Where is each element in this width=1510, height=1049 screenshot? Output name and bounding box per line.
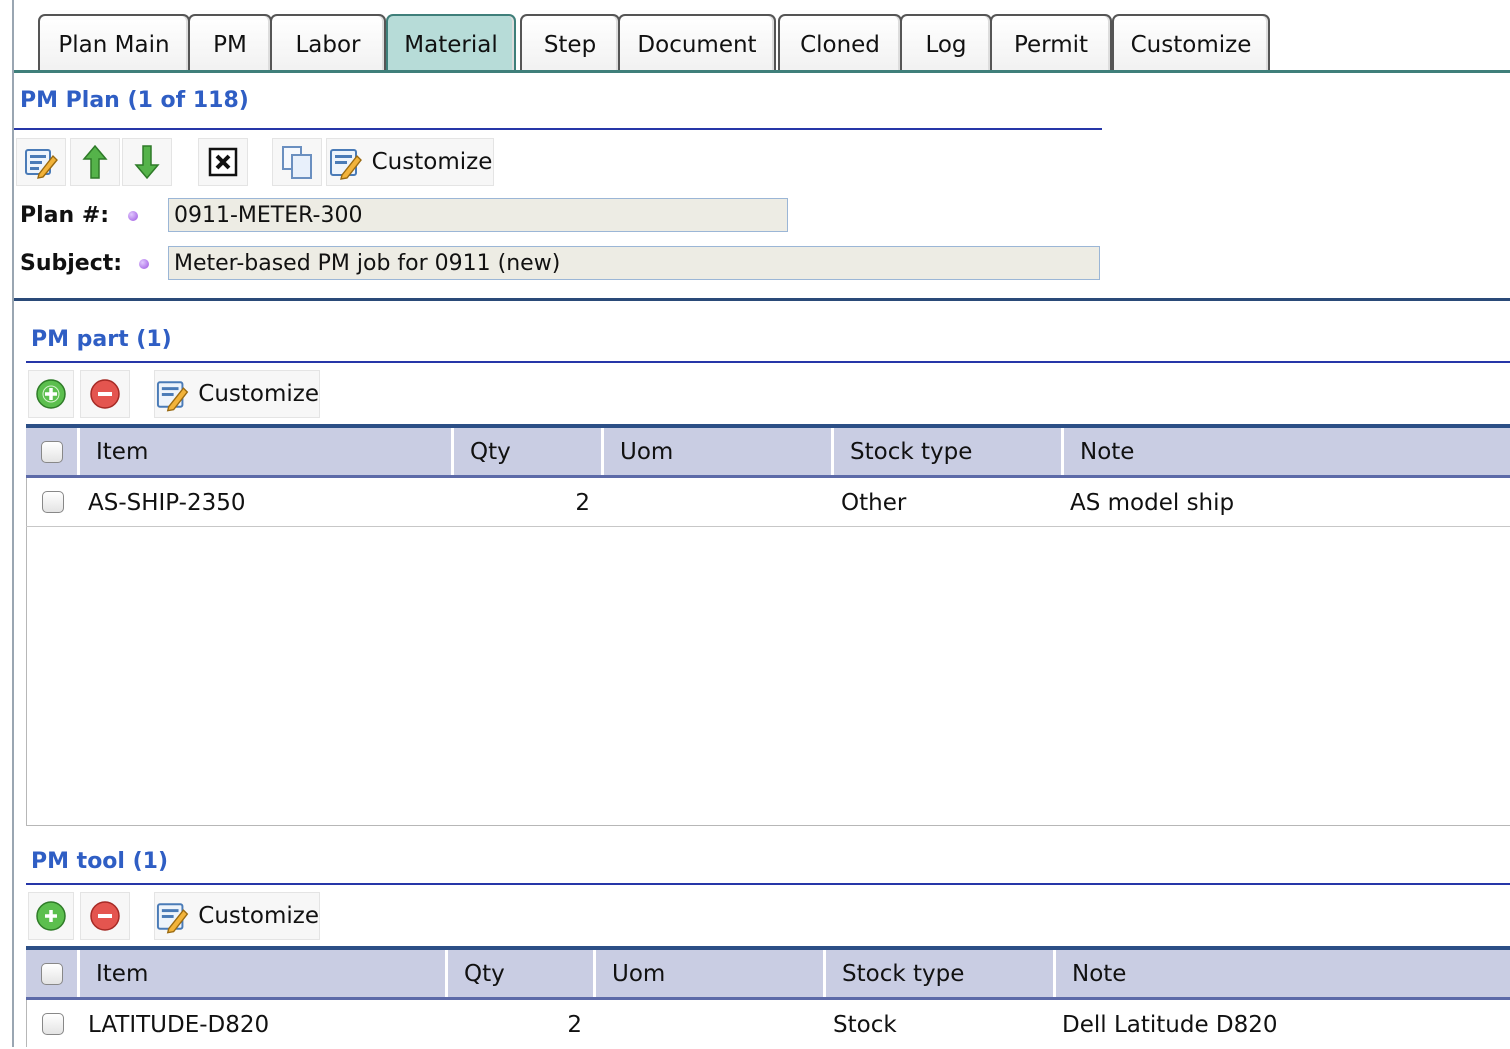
pm-tool-rule bbox=[26, 883, 1510, 885]
tab-label: Cloned bbox=[800, 32, 880, 58]
customize-icon bbox=[329, 149, 362, 180]
pm-plan-title: PM Plan (1 of 118) bbox=[20, 88, 249, 113]
customize-icon bbox=[156, 381, 189, 412]
tab-document[interactable]: Document bbox=[618, 14, 776, 72]
tab-pm[interactable]: PM bbox=[188, 14, 272, 72]
previous-button[interactable] bbox=[70, 138, 120, 186]
select-all-checkbox[interactable] bbox=[40, 440, 63, 463]
tab-material[interactable]: Material bbox=[386, 14, 516, 72]
pm-part-grid: Item Qty Uom Stock type Note AS-SHIP-235… bbox=[26, 424, 1510, 826]
pm-tool-remove-button[interactable] bbox=[80, 892, 130, 940]
delete-button[interactable] bbox=[198, 138, 248, 186]
remove-circle-icon bbox=[90, 901, 120, 931]
qty-cell: 2 bbox=[567, 1012, 582, 1038]
customize-label: Customize bbox=[198, 903, 319, 929]
subject-field[interactable] bbox=[168, 246, 1100, 280]
add-circle-icon bbox=[36, 901, 66, 931]
tab-labor[interactable]: Labor bbox=[270, 14, 386, 72]
tab-label: Permit bbox=[1013, 32, 1089, 58]
edit-button[interactable] bbox=[16, 138, 66, 186]
tab-label: Step bbox=[543, 32, 597, 58]
section-divider bbox=[14, 298, 1510, 301]
tab-permit[interactable]: Permit bbox=[990, 14, 1112, 72]
required-indicator-icon bbox=[128, 211, 138, 221]
column-header-item[interactable]: Item bbox=[80, 950, 448, 997]
column-header-stock-type[interactable]: Stock type bbox=[834, 428, 1064, 475]
row-checkbox[interactable] bbox=[42, 491, 64, 513]
arrow-down-icon bbox=[134, 145, 160, 180]
stock-type-cell: Stock bbox=[833, 1012, 897, 1038]
pm-part-rule bbox=[26, 361, 1510, 363]
pm-plan-rule bbox=[14, 128, 1102, 130]
tab-underline bbox=[14, 70, 1510, 73]
tab-log[interactable]: Log bbox=[900, 14, 992, 72]
column-header-item[interactable]: Item bbox=[80, 428, 454, 475]
tab-plan-main[interactable]: Plan Main bbox=[38, 14, 190, 72]
tab-bar: Plan Main PM Labor Material Step Documen… bbox=[14, 0, 1510, 74]
copy-icon bbox=[282, 146, 312, 179]
pm-tool-title: PM tool (1) bbox=[31, 849, 169, 874]
note-cell: Dell Latitude D820 bbox=[1062, 1012, 1278, 1038]
edit-form-icon bbox=[25, 149, 58, 179]
customize-label: Customize bbox=[371, 149, 493, 175]
tab-label: Plan Main bbox=[58, 32, 170, 58]
close-box-icon bbox=[208, 147, 238, 177]
column-header-qty[interactable]: Qty bbox=[454, 428, 604, 475]
window-left-border bbox=[12, 0, 14, 1047]
next-button[interactable] bbox=[122, 138, 172, 186]
plan-number-field[interactable] bbox=[168, 198, 788, 232]
tab-label: Log bbox=[925, 32, 967, 58]
customize-label: Customize bbox=[198, 381, 319, 407]
remove-circle-icon bbox=[90, 379, 120, 409]
customize-icon bbox=[156, 903, 189, 934]
pm-part-title: PM part (1) bbox=[31, 327, 172, 352]
select-all-cell bbox=[26, 428, 80, 475]
note-cell: AS model ship bbox=[1070, 490, 1235, 516]
pm-tool-grid: Item Qty Uom Stock type Note LATITUDE-D8… bbox=[26, 946, 1510, 1047]
arrow-up-icon bbox=[82, 144, 108, 179]
table-row[interactable]: AS-SHIP-2350 2 Other AS model ship bbox=[26, 479, 1510, 527]
pm-part-add-button[interactable] bbox=[28, 370, 74, 418]
select-all-cell bbox=[26, 950, 80, 997]
pm-tool-grid-header: Item Qty Uom Stock type Note bbox=[26, 946, 1510, 1000]
tab-step[interactable]: Step bbox=[520, 14, 620, 72]
required-indicator-icon bbox=[139, 259, 149, 269]
column-header-stock-type[interactable]: Stock type bbox=[826, 950, 1056, 997]
plan-customize-button[interactable]: Customize bbox=[326, 138, 494, 186]
column-header-uom[interactable]: Uom bbox=[604, 428, 834, 475]
column-header-qty[interactable]: Qty bbox=[448, 950, 596, 997]
item-cell: AS-SHIP-2350 bbox=[88, 490, 246, 516]
pm-part-remove-button[interactable] bbox=[80, 370, 130, 418]
column-header-note[interactable]: Note bbox=[1056, 950, 1510, 997]
column-header-uom[interactable]: Uom bbox=[596, 950, 826, 997]
add-circle-icon bbox=[36, 379, 66, 409]
row-checkbox[interactable] bbox=[42, 1013, 64, 1035]
select-all-checkbox[interactable] bbox=[40, 962, 63, 985]
subject-label: Subject: bbox=[20, 251, 123, 276]
tab-label: Labor bbox=[295, 32, 361, 58]
column-header-note[interactable]: Note bbox=[1064, 428, 1510, 475]
item-cell: LATITUDE-D820 bbox=[88, 1012, 270, 1038]
tab-cloned[interactable]: Cloned bbox=[778, 14, 902, 72]
qty-cell: 2 bbox=[575, 490, 590, 516]
pm-part-customize-button[interactable]: Customize bbox=[154, 370, 320, 418]
tab-customize[interactable]: Customize bbox=[1112, 14, 1270, 72]
tab-label: Material bbox=[404, 32, 498, 58]
tab-label: Document bbox=[637, 32, 757, 58]
copy-button[interactable] bbox=[272, 138, 322, 186]
tab-label: Customize bbox=[1130, 32, 1252, 58]
tab-label: PM bbox=[213, 32, 247, 58]
stock-type-cell: Other bbox=[841, 490, 907, 516]
plan-number-label: Plan #: bbox=[20, 203, 110, 228]
pm-part-grid-header: Item Qty Uom Stock type Note bbox=[26, 424, 1510, 478]
pm-tool-add-button[interactable] bbox=[28, 892, 74, 940]
table-row[interactable]: LATITUDE-D820 2 Stock Dell Latitude D820 bbox=[26, 1001, 1510, 1049]
pm-tool-customize-button[interactable]: Customize bbox=[154, 892, 320, 940]
